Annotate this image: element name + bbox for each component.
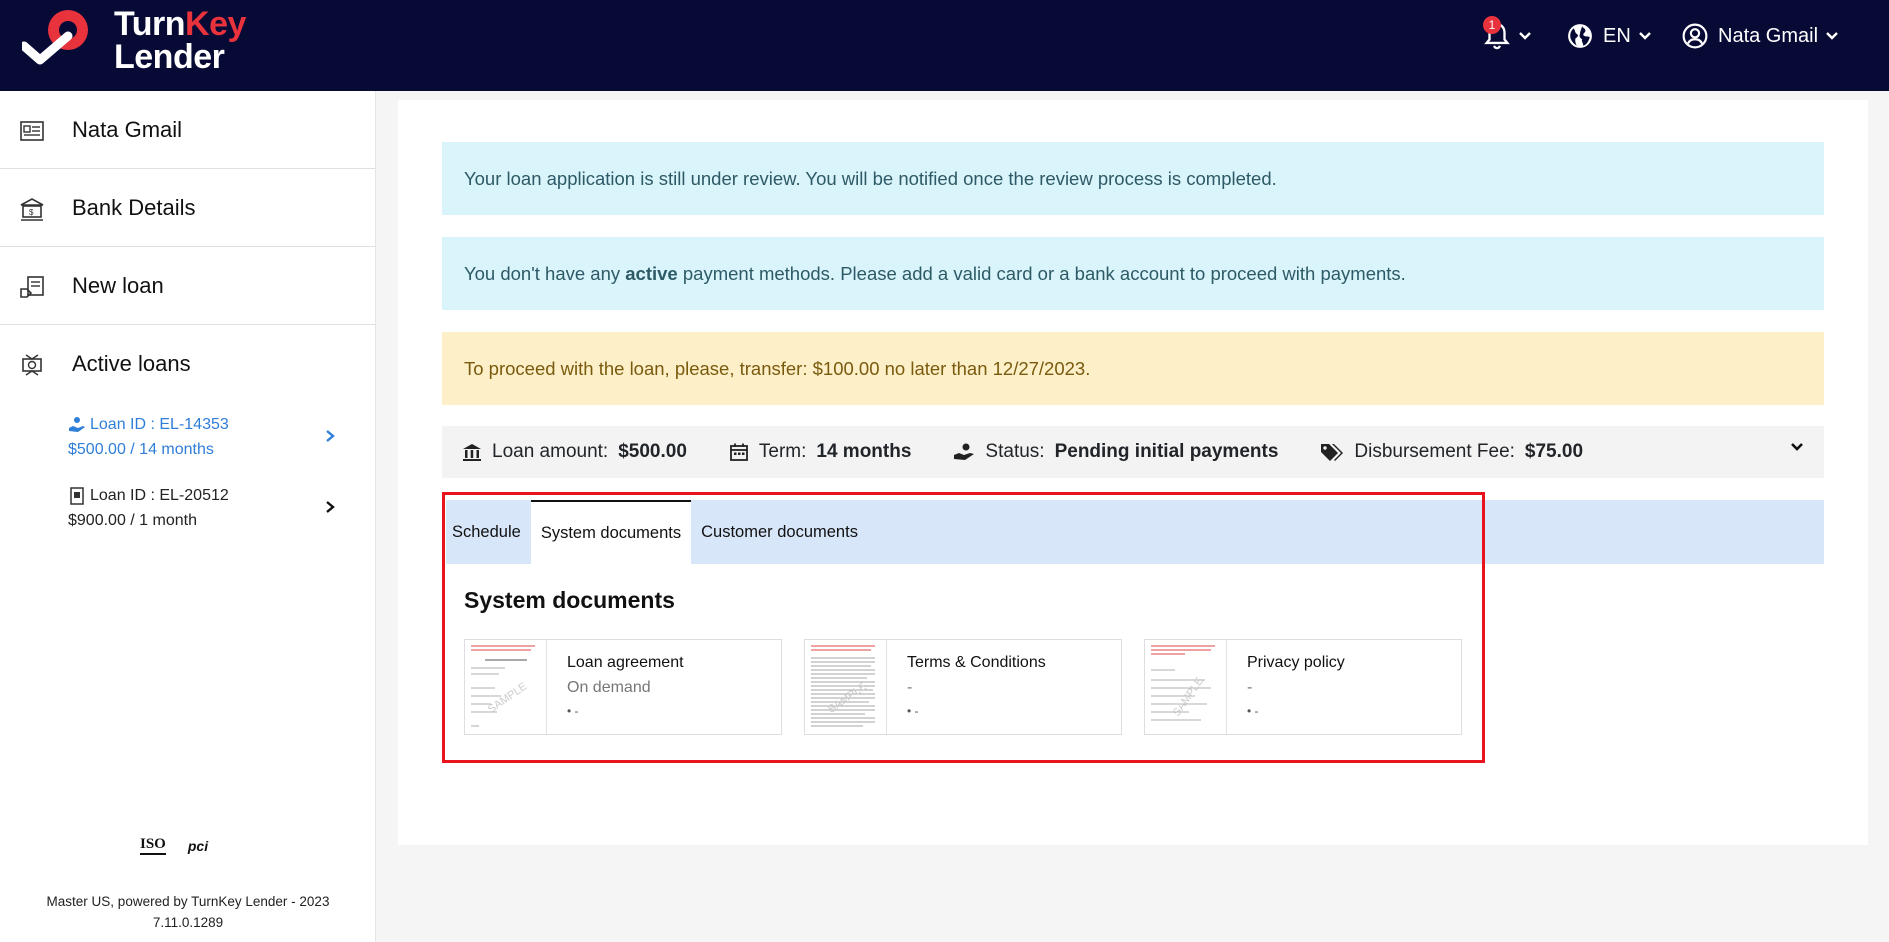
profile-card-icon [20,121,44,141]
loan-amount-field: Loan amount: $500.00 [462,441,687,463]
section-title: System documents [464,587,675,613]
sidebar-item-new-loan[interactable]: New loan [0,247,375,325]
loan-amount-label: Loan amount: [492,441,609,462]
chevron-right-icon [326,430,335,442]
status-value: Pending initial payments [1054,441,1279,462]
sidebar-item-label: Bank Details [72,194,196,220]
bank-icon: $ [20,198,44,221]
transfer-notice: To proceed with the loan, please, transf… [442,332,1824,405]
loan-amount-value: $500.00 [618,441,687,462]
term-value: 14 months [816,441,912,462]
notification-badge: 1 [1483,16,1501,34]
loan-id: Loan ID : EL-20512 [90,487,229,504]
payment-notice-text-a: You don't have any [464,262,626,284]
footer-copyright: Master US, powered by TurnKey Lender - 2… [46,894,330,909]
sidebar-footer: Master US, powered by TurnKey Lender - 2… [0,891,376,933]
tab-schedule[interactable]: Schedule [446,500,531,564]
active-loans-icon [22,354,42,376]
document-signing-status: - [1247,679,1253,696]
language-label: EN [1603,24,1631,47]
status-label: Status: [985,441,1045,462]
review-notice: Your loan application is still under rev… [442,142,1824,215]
brand-lender: Lender [114,38,225,76]
sidebar-item-label: Active loans [72,351,191,376]
payment-notice-emphasis: active [625,262,678,284]
document-signing-status: - [907,679,913,696]
user-menu[interactable]: Nata Gmail [1682,18,1838,54]
disbursement-fee-field: Disbursement Fee: $75.00 [1320,441,1583,463]
document-icon [70,487,84,505]
user-circle-icon [1682,23,1708,49]
svg-text:$: $ [29,208,34,217]
globe-icon [1568,24,1592,48]
new-loan-icon [20,276,44,298]
loan-id: Loan ID : EL-14353 [90,416,229,433]
sidebar-item-active-loans[interactable]: Active loans [0,325,375,403]
tab-customer-documents[interactable]: Customer documents [691,500,868,564]
loan-tabs: Schedule System documents Customer docum… [446,500,1824,564]
term-field: Term: 14 months [729,441,912,463]
logo-key-icon [19,10,88,65]
document-card-privacy-policy[interactable]: SAMPLE Privacy policy - • - [1144,639,1462,735]
expand-chevron-icon[interactable] [1790,442,1804,452]
sidebar: Nata Gmail $ Bank Details New loan Activ… [0,91,376,942]
document-preview-icon: SAMPLE [1151,645,1215,721]
pci-certification-logo: pci [187,837,209,854]
status-field: Status: Pending initial payments [953,441,1278,463]
document-preview-icon: SAMPLE [811,645,875,727]
document-preview-icon: SAMPLE [471,645,535,727]
tab-system-documents[interactable]: System documents [530,500,692,564]
chevron-right-icon [326,501,335,513]
tags-icon [1321,444,1344,461]
notifications-menu[interactable]: 1 [1483,16,1531,54]
calendar-icon [729,443,748,461]
chevron-down-icon [1826,32,1838,40]
sidebar-item-profile[interactable]: Nata Gmail [0,91,375,169]
top-bar: TurnKey Lender 1 EN Nata Gmail [0,0,1889,91]
certification-logos: ISO pci [140,836,208,855]
sidebar-item-bank-details[interactable]: $ Bank Details [0,169,375,247]
document-thumbnail: SAMPLE [465,640,547,734]
sidebar-item-label: New loan [72,272,164,298]
iso-certification-logo: ISO [140,836,166,855]
transfer-notice-text: To proceed with the loan, please, transf… [464,357,1091,379]
sidebar-item-label: Nata Gmail [72,116,183,142]
review-notice-text: Your loan application is still under rev… [464,167,1277,189]
user-name: Nata Gmail [1718,24,1819,47]
term-label: Term: [758,441,807,462]
document-thumbnail: SAMPLE [1145,640,1227,734]
document-name: Loan agreement [567,654,684,671]
svg-text:SAMPLE: SAMPLE [486,680,529,715]
bank-icon [463,444,481,461]
hand-money-icon [69,417,85,432]
document-card-terms-conditions[interactable]: SAMPLE Terms & Conditions - • - [804,639,1122,735]
document-meta: • - [567,704,579,718]
document-signing-status: On demand [567,679,651,696]
document-meta: • - [1247,704,1259,718]
language-selector[interactable]: EN [1567,18,1651,54]
document-name: Terms & Conditions [907,654,1046,671]
loan-summary: $500.00 / 14 months [68,441,214,458]
payment-notice-text-c: payment methods. Please add a valid card… [677,262,1406,284]
loan-link-el-20512[interactable]: Loan ID : EL-20512 $900.00 / 1 month [0,474,375,545]
fee-value: $75.00 [1524,441,1584,462]
document-meta: • - [907,704,919,718]
hand-money-icon [954,443,975,460]
loan-link-el-14353[interactable]: Loan ID : EL-14353 $500.00 / 14 months [0,403,375,474]
loan-summary: $900.00 / 1 month [68,512,197,529]
chevron-down-icon [1519,32,1531,40]
document-card-loan-agreement[interactable]: SAMPLE Loan agreement On demand • - [464,639,782,735]
turnkey-lender-logo[interactable]: TurnKey Lender [19,6,246,74]
document-name: Privacy policy [1247,654,1345,671]
brand-name: TurnKey Lender [114,7,246,76]
payment-method-notice: You don't have any active payment method… [442,237,1824,310]
loan-summary-bar: Loan amount: $500.00 Term: 14 months Sta… [442,426,1824,478]
document-thumbnail: SAMPLE [805,640,887,734]
fee-label: Disbursement Fee: [1354,441,1515,462]
footer-version: 7.11.0.1289 [152,915,224,930]
chevron-down-icon [1638,32,1651,40]
